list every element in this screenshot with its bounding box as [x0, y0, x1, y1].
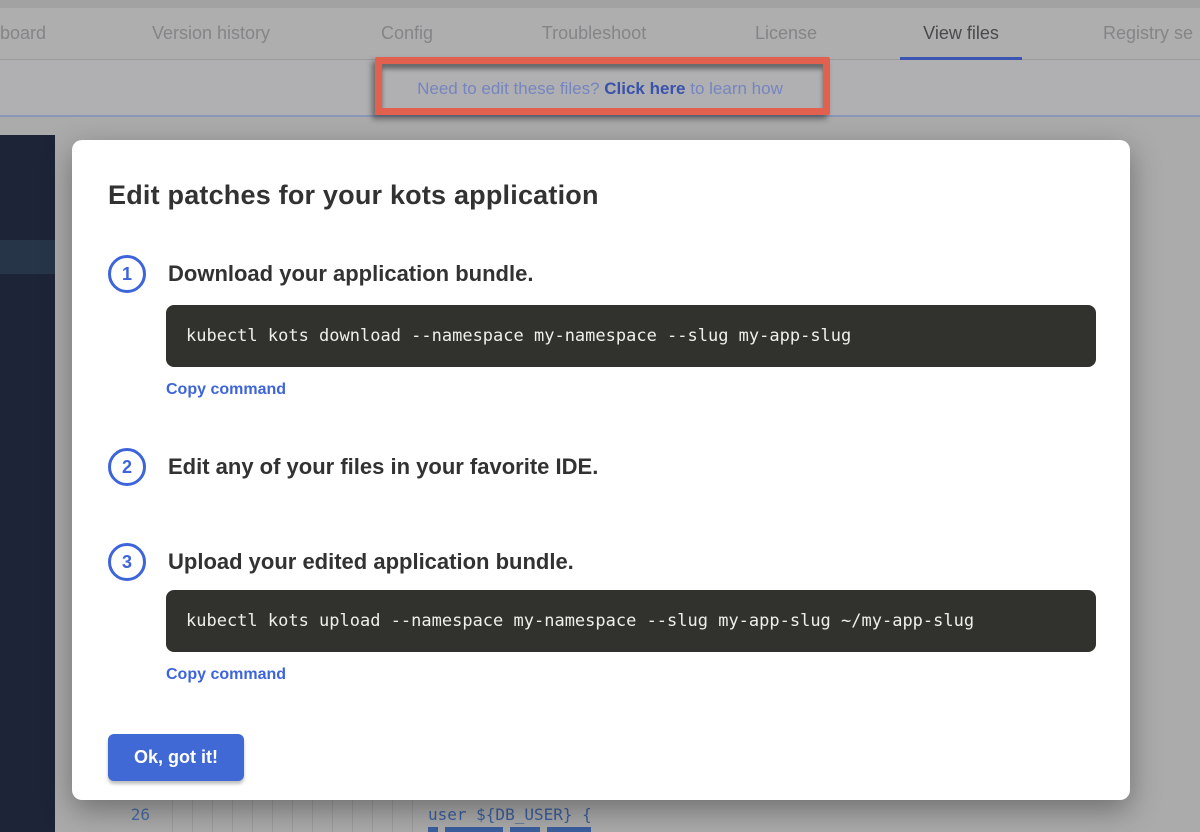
download-command-text: kubectl kots download --namespace my-nam…	[186, 326, 851, 346]
code-line: user ${DB_USER} {	[428, 805, 592, 824]
copy-download-command-link[interactable]: Copy command	[166, 381, 286, 399]
step-2-title: Edit any of your files in your favorite …	[168, 454, 598, 480]
step-2: 2 Edit any of your files in your favorit…	[108, 448, 598, 486]
upload-command-text: kubectl kots upload --namespace my-names…	[186, 611, 974, 631]
step-3-title: Upload your edited application bundle.	[168, 549, 574, 575]
code-line-partial	[428, 827, 598, 832]
code-editor-background: 26 user ${DB_USER} {	[55, 800, 1200, 832]
page-top-strip	[0, 0, 1200, 8]
download-command-block: kubectl kots download --namespace my-nam…	[166, 305, 1096, 367]
edit-patches-modal: Edit patches for your kots application 1…	[72, 140, 1130, 800]
copy-upload-command-link[interactable]: Copy command	[166, 666, 286, 684]
tab-license[interactable]: License	[736, 8, 836, 60]
click-here-link[interactable]: Click here	[604, 79, 685, 98]
upload-command-block: kubectl kots upload --namespace my-names…	[166, 590, 1096, 652]
tab-view-files[interactable]: View files	[900, 8, 1022, 60]
tab-registry-settings[interactable]: Registry se	[1103, 8, 1200, 60]
step-1-number-badge: 1	[108, 255, 146, 293]
tab-config[interactable]: Config	[357, 8, 457, 60]
banner-text: Need to edit these files?	[417, 79, 604, 98]
step-1-title: Download your application bundle.	[168, 261, 533, 287]
step-3: 3 Upload your edited application bundle.	[108, 543, 574, 581]
line-number: 26	[110, 805, 150, 824]
tab-version-history[interactable]: Version history	[131, 8, 291, 60]
modal-title: Edit patches for your kots application	[108, 180, 599, 211]
file-tree-selected-item[interactable]	[0, 240, 55, 274]
step-3-number-badge: 3	[108, 543, 146, 581]
step-1: 1 Download your application bundle.	[108, 255, 533, 293]
app-navbar: board Version history Config Troubleshoo…	[0, 8, 1200, 60]
ok-got-it-button[interactable]: Ok, got it!	[108, 734, 244, 781]
step-2-number-badge: 2	[108, 448, 146, 486]
tab-dashboard[interactable]: board	[0, 8, 50, 60]
file-tree-sidebar	[0, 135, 55, 832]
tab-troubleshoot[interactable]: Troubleshoot	[524, 8, 664, 60]
banner-text-suffix: to learn how	[686, 79, 783, 98]
edit-files-banner: Need to edit these files? Click here to …	[0, 60, 1200, 117]
